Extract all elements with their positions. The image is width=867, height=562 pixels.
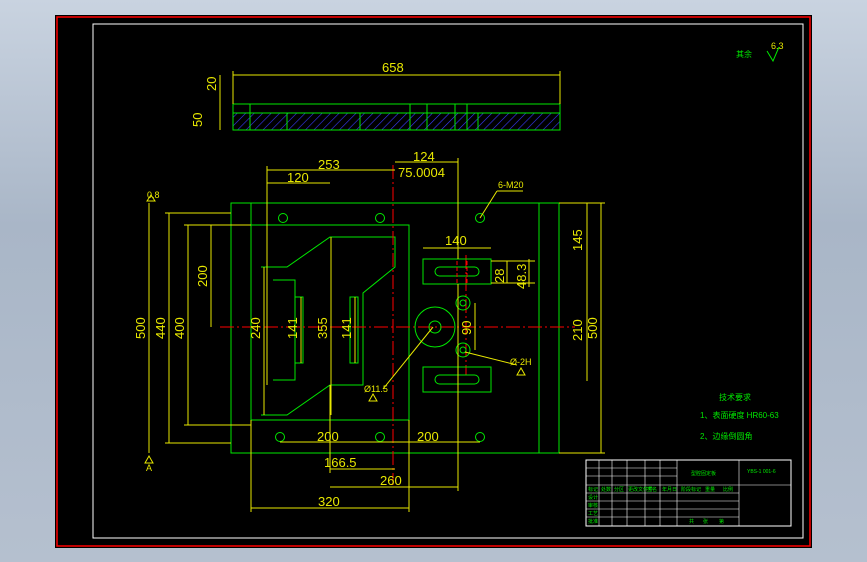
- roughness-label: 其余: [736, 49, 752, 59]
- plate-bottom-layer: [232, 112, 561, 131]
- screw-hole-br: [475, 432, 485, 442]
- thread-leader: [479, 190, 498, 219]
- tb-cell-6: 设计: [588, 494, 598, 501]
- datum-bottom-label: A: [146, 463, 152, 473]
- tb-cell-8: 工艺: [588, 511, 598, 517]
- tb-drawing-no: YBS-1 001-6: [747, 469, 776, 475]
- screw-hole-bl: [275, 432, 285, 442]
- tb-cell-1: 处数: [601, 486, 611, 493]
- dim-145-text: 145: [570, 229, 585, 251]
- datum-triangle-right-icon: [516, 366, 526, 376]
- top-section-view: 658 20 50: [190, 60, 561, 131]
- dim-355-text: 355: [315, 317, 330, 339]
- dim-50-text: 50: [190, 113, 205, 127]
- dim-tol-text: 75.0004: [398, 165, 445, 180]
- dim-260-text: 260: [380, 473, 402, 488]
- tech-requirements: 技术要求 1、表面硬度 HR60-63 2、边缘倒圆角: [700, 392, 779, 441]
- dim-200v-text: 200: [195, 265, 210, 287]
- dim-48-text: 48.3: [514, 264, 529, 289]
- tb-cell-11: 重量: [705, 486, 715, 493]
- dim-90-text: 90: [459, 321, 474, 335]
- dim-141a-text: 141: [285, 317, 300, 339]
- hole-dia-leader: [382, 326, 434, 390]
- tech-req-item-1: 1、表面硬度 HR60-63: [700, 410, 779, 420]
- dim-400-text: 400: [172, 317, 187, 339]
- tech-req-item-2: 2、边缘倒圆角: [700, 431, 752, 441]
- tb-cell-13: 共: [689, 518, 694, 525]
- title-block: 型腔固定板 YBS-1 001-6 标记 处数 分区 更改文件号 签名 年月日 …: [585, 459, 792, 527]
- tech-req-title: 技术要求: [719, 392, 751, 402]
- screw-hole-tm: [375, 213, 385, 223]
- dim-253-text: 253: [318, 157, 340, 172]
- tb-cell-5: 年月日: [662, 486, 677, 493]
- screw-hole-tl: [278, 213, 288, 223]
- dim-166-text: 166.5: [324, 455, 357, 470]
- tb-cell-9: 批准: [588, 518, 598, 525]
- dim-20-text: 20: [204, 77, 219, 91]
- thread-label: 6-M20: [498, 180, 524, 190]
- plate-top-layer: [232, 103, 561, 114]
- dim-28-text: 28: [492, 269, 507, 283]
- dim-320-text: 320: [318, 494, 340, 509]
- cad-viewport[interactable]: 其余 6.3 658 20 50 253 124 120 75.0004 140…: [55, 15, 812, 548]
- tb-cell-7: 审核: [588, 502, 598, 509]
- drawing-canvas: 其余 6.3 658 20 50 253 124 120 75.0004 140…: [56, 16, 811, 547]
- tb-cell-14: 张: [703, 518, 708, 525]
- tb-cell-10: 阶段标记: [681, 486, 701, 493]
- roughness-value: 6.3: [771, 41, 784, 51]
- dim-440-text: 440: [153, 317, 168, 339]
- hole-dia-label: Ø11.5: [364, 384, 388, 394]
- dim-658-text: 658: [382, 60, 404, 75]
- dim-500l-text: 500: [133, 317, 148, 339]
- plan-view: 253 124 120 75.0004 140 6-M20 145 28 48.…: [133, 149, 605, 512]
- dim-500r-text: 500: [585, 317, 600, 339]
- tb-cell-0: 标记: [588, 486, 598, 493]
- screw-hole-bm: [375, 432, 385, 442]
- dim-140-text: 140: [445, 233, 467, 248]
- dim-200b-text: 200: [417, 429, 439, 444]
- datum-bottom-icon: [144, 454, 154, 464]
- hole-right-label: Ø-2H: [510, 357, 532, 367]
- outer-red-frame: [56, 16, 811, 547]
- dim-210-text: 210: [570, 319, 585, 341]
- tb-part-name: 型腔固定板: [691, 470, 716, 477]
- slot-lower: [422, 366, 492, 393]
- tb-cell-12: 比例: [723, 486, 733, 493]
- slot-lower-inner: [434, 374, 480, 385]
- dim-240-text: 240: [248, 317, 263, 339]
- tb-cell-4: 签名: [647, 486, 657, 493]
- dim-200a-text: 200: [317, 429, 339, 444]
- roughness-mark-icon: [368, 392, 378, 402]
- tb-cell-15: 第: [719, 518, 724, 525]
- dim-141b-text: 141: [339, 317, 354, 339]
- tb-cell-2: 分区: [614, 486, 624, 493]
- pin-hole-top-inner: [459, 299, 467, 307]
- dim-120-text: 120: [287, 170, 309, 185]
- dim-124-text: 124: [413, 149, 435, 164]
